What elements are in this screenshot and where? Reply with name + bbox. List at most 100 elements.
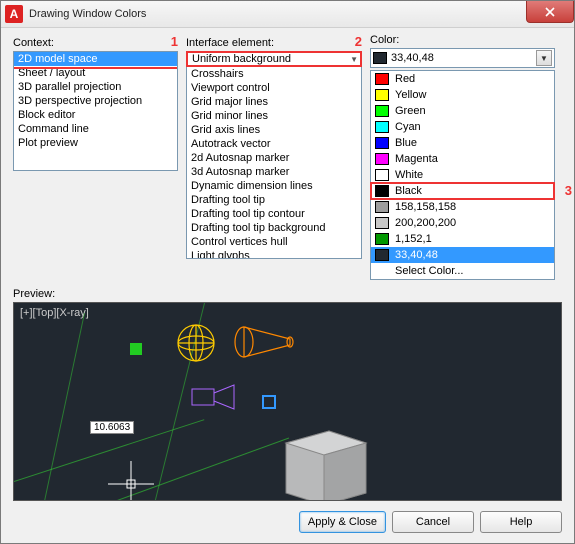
color-name: 1,152,1 [395,233,432,245]
interface-element-item[interactable]: Drafting tool tip [187,193,361,207]
context-label: Context: [13,37,54,49]
color-name: Magenta [395,153,438,165]
context-item[interactable]: 3D perspective projection [14,94,177,108]
help-button[interactable]: Help [480,511,562,533]
color-swatch [375,153,389,165]
grid-line [54,438,289,501]
close-button[interactable] [526,1,574,23]
interface-element-item[interactable]: Drafting tool tip contour [187,207,361,221]
button-row: Apply & Close Cancel Help [1,501,574,543]
color-dropdown[interactable]: 33,40,48 ▼ [370,48,555,68]
preview-area: [+][Top][X-ray] [13,302,562,501]
color-name: Green [395,105,426,117]
app-icon: A [5,5,23,23]
color-item[interactable]: Red [371,71,554,87]
color-item[interactable]: Cyan [371,119,554,135]
main-content: Context: 1 2D model spaceSheet / layout3… [1,28,574,286]
dialog-window: A Drawing Window Colors Context: 1 2D mo… [0,0,575,544]
color-name: Yellow [395,89,426,101]
callout-1: 1 [171,34,178,49]
color-item[interactable]: Black3 [371,183,554,199]
camera-icon [190,381,240,417]
color-current-swatch [373,52,387,64]
crosshair-icon [108,461,154,501]
color-swatch [375,201,389,213]
color-swatch [375,105,389,117]
chevron-down-icon: ▼ [350,55,358,64]
interface-element-item[interactable]: Crosshairs [187,67,361,81]
color-item[interactable]: Magenta [371,151,554,167]
color-item[interactable]: 200,200,200 [371,215,554,231]
color-column: Color: 33,40,48 ▼ Red Yellow Green Cyan Blue… [370,34,555,280]
color-name: White [395,169,423,181]
color-item[interactable]: White [371,167,554,183]
color-swatch [375,89,389,101]
interface-element-item[interactable]: 2d Autosnap marker [187,151,361,165]
context-item[interactable]: Plot preview [14,136,177,150]
interface-element-item[interactable]: 3d Autosnap marker [187,165,361,179]
interface-element-value: Uniform background [192,53,291,65]
context-item[interactable]: Command line [14,122,177,136]
interface-element-item[interactable]: Grid minor lines [187,109,361,123]
interface-element-item[interactable]: Grid axis lines [187,123,361,137]
interface-element-dropdown[interactable]: Uniform background ▼ [186,51,362,67]
measure-tooltip: 10.6063 [90,421,134,434]
interface-element-item[interactable]: Autotrack vector [187,137,361,151]
preview-overlay-text: [+][Top][X-ray] [20,307,89,319]
interface-element-column: Interface element: 2 Uniform background … [186,34,362,280]
callout-3: 3 [565,183,572,198]
interface-element-item[interactable]: Control vertices hull [187,235,361,249]
light-cone-icon [232,317,296,367]
interface-element-item[interactable]: Dynamic dimension lines [187,179,361,193]
chevron-down-icon: ▼ [536,50,552,66]
context-item[interactable]: Block editor [14,108,177,122]
color-swatch [375,121,389,133]
interface-element-listbox[interactable]: CrosshairsViewport controlGrid major lin… [186,67,362,259]
callout-2: 2 [355,34,362,49]
apply-close-button[interactable]: Apply & Close [299,511,386,533]
color-item[interactable]: 158,158,158 [371,199,554,215]
color-swatch [375,169,389,181]
color-item[interactable]: Blue [371,135,554,151]
cube-icon [274,413,374,501]
color-name: Red [395,73,415,85]
color-name: Select Color... [395,265,463,277]
interface-element-item[interactable]: Grid major lines [187,95,361,109]
color-swatch [375,137,389,149]
color-name: 33,40,48 [395,249,438,261]
color-swatch [375,217,389,229]
context-item[interactable]: 3D parallel projection [14,80,177,94]
color-name: Blue [395,137,417,149]
color-item[interactable]: Yellow [371,87,554,103]
interface-element-item[interactable]: Light glyphs [187,249,361,259]
context-item[interactable]: 2D model space [14,52,177,66]
window-title: Drawing Window Colors [29,8,570,20]
preview-label: Preview: [13,288,574,300]
color-item[interactable]: Select Color... [371,263,554,279]
interface-element-label: Interface element: [186,37,274,49]
color-swatch [375,185,389,197]
selection-box-icon [262,395,276,409]
color-name: Black [395,185,422,197]
color-label: Color: [370,34,555,46]
color-item[interactable]: 1,152,1 [371,231,554,247]
color-item[interactable]: Green [371,103,554,119]
color-current-value: 33,40,48 [391,52,434,64]
context-column: Context: 1 2D model spaceSheet / layout3… [13,34,178,280]
color-swatch [375,73,389,85]
color-name: Cyan [395,121,421,133]
color-name: 200,200,200 [395,217,456,229]
cancel-button[interactable]: Cancel [392,511,474,533]
sphere-icon [174,321,218,365]
color-item[interactable]: 33,40,48 [371,247,554,263]
color-name: 158,158,158 [395,201,456,213]
context-listbox[interactable]: 2D model spaceSheet / layout3D parallel … [13,51,178,171]
interface-element-item[interactable]: Drafting tool tip background [187,221,361,235]
color-swatch [375,249,389,261]
snap-marker-icon [130,343,142,355]
color-swatch [375,233,389,245]
titlebar: A Drawing Window Colors [1,1,574,28]
context-item[interactable]: Sheet / layout [14,66,177,80]
color-listbox[interactable]: RedYellowGreenCyanBlueMagentaWhiteBlack3… [370,70,555,280]
interface-element-item[interactable]: Viewport control [187,81,361,95]
